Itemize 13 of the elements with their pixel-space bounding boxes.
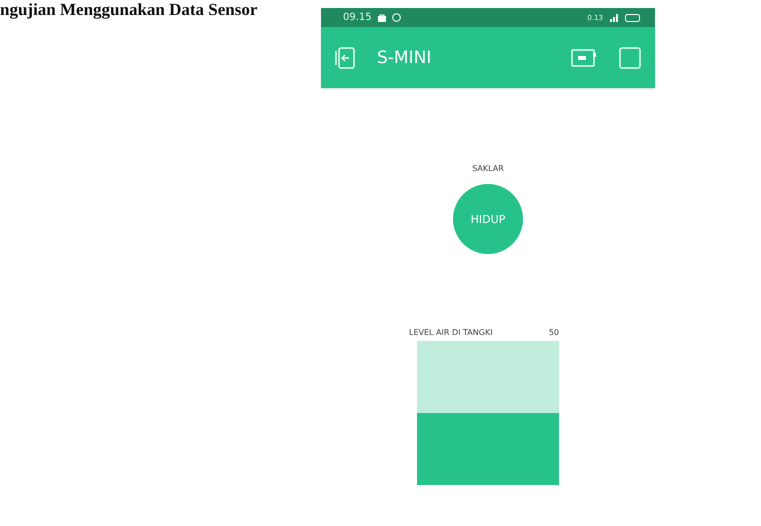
square-icon[interactable]: [619, 46, 641, 68]
exit-icon[interactable]: [335, 46, 355, 68]
status-time: 09.15: [343, 12, 372, 23]
switch-button[interactable]: HIDUP: [453, 184, 523, 254]
page-heading: ngujian Menggunakan Data Sensor: [0, 0, 258, 20]
battery-icon: [625, 14, 641, 22]
widget-label: SAKLAR: [472, 164, 504, 173]
app-title: S-MINI: [377, 48, 432, 68]
level-value: 50: [548, 328, 559, 337]
bag-icon: [378, 14, 386, 22]
device-icon[interactable]: [571, 48, 597, 68]
signal-icon: [609, 14, 619, 22]
widget-label: LEVEL AIR DI TANGKI: [409, 328, 493, 337]
